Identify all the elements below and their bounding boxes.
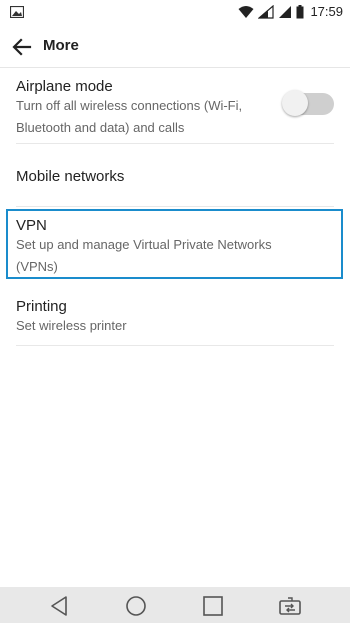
dual-window-icon[interactable] xyxy=(278,595,302,617)
airplane-mode-subtitle: Turn off all wireless connections (Wi-Fi… xyxy=(16,98,243,135)
back-icon[interactable] xyxy=(48,595,72,617)
mobile-networks-item[interactable]: Mobile networks xyxy=(0,144,350,207)
mobile-networks-title: Mobile networks xyxy=(16,168,125,185)
wifi-icon xyxy=(238,5,254,18)
printing-title: Printing xyxy=(16,298,67,315)
app-bar: More xyxy=(0,26,350,68)
battery-icon xyxy=(296,4,304,18)
recents-icon[interactable] xyxy=(201,595,225,617)
airplane-mode-item[interactable]: Airplane mode Turn off all wireless conn… xyxy=(0,68,350,144)
image-notification-icon xyxy=(10,6,24,18)
signal-icon xyxy=(258,4,275,19)
status-time: 17:59 xyxy=(310,4,343,19)
arrow-left-icon[interactable] xyxy=(10,35,34,59)
navigation-bar xyxy=(0,587,350,623)
home-icon[interactable] xyxy=(124,595,148,617)
toggle-knob xyxy=(282,90,308,116)
airplane-mode-title: Airplane mode xyxy=(16,78,113,95)
vpn-highlight-frame xyxy=(6,209,343,279)
signal-icon xyxy=(279,5,292,18)
printing-subtitle: Set wireless printer xyxy=(16,318,127,333)
divider xyxy=(16,345,334,346)
page-title: More xyxy=(43,37,79,54)
printing-item[interactable]: Printing Set wireless printer xyxy=(0,288,350,348)
airplane-mode-toggle[interactable] xyxy=(282,90,334,116)
status-bar: 17:59 xyxy=(0,0,350,26)
